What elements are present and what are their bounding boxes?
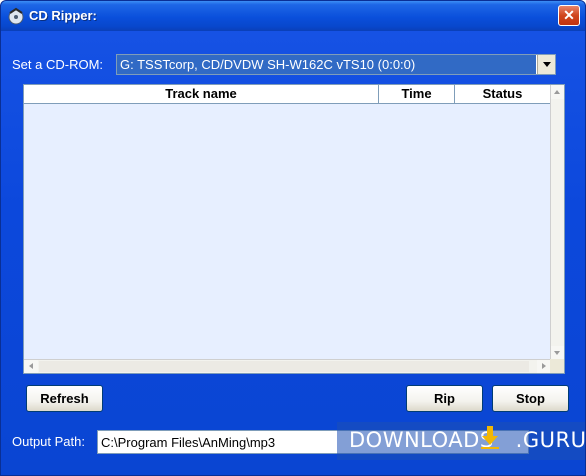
output-path-label: Output Path:	[12, 434, 85, 449]
watermark-text: DOWNLOADS .GURU	[349, 428, 586, 452]
close-icon: ✕	[563, 7, 575, 23]
chevron-down-icon[interactable]	[537, 55, 555, 74]
scroll-right-icon[interactable]	[537, 360, 551, 373]
cdrom-selected-value: G: TSSTcorp, CD/DVDW SH-W162C vTS10 (0:0…	[117, 55, 536, 74]
horizontal-scroll-thumb[interactable]	[39, 361, 529, 372]
rip-button[interactable]: Rip	[406, 385, 483, 412]
title-bar[interactable]: CD Ripper: ✕	[1, 1, 585, 31]
column-header-track-name[interactable]: Track name	[24, 85, 379, 103]
cd-ripper-window: CD Ripper: ✕ Set a CD-ROM: G: TSSTcorp, …	[0, 0, 586, 476]
scroll-up-icon[interactable]	[551, 85, 564, 99]
scroll-left-icon[interactable]	[24, 360, 38, 373]
track-list[interactable]: Track name Time Status	[23, 84, 565, 374]
cd-ripper-app-icon	[8, 7, 24, 25]
client-area: Set a CD-ROM: G: TSSTcorp, CD/DVDW SH-W1…	[1, 31, 586, 475]
download-arrow-icon	[481, 426, 499, 449]
stop-button[interactable]: Stop	[492, 385, 569, 412]
downloads-guru-watermark: DOWNLOADS .GURU	[337, 422, 586, 460]
watermark-text-left: DOWNLOADS	[349, 428, 494, 452]
cdrom-select[interactable]: G: TSSTcorp, CD/DVDW SH-W162C vTS10 (0:0…	[116, 54, 556, 75]
close-button[interactable]: ✕	[558, 5, 580, 26]
cdrom-label: Set a CD-ROM:	[12, 57, 104, 72]
scroll-down-icon[interactable]	[551, 346, 564, 360]
column-header-time[interactable]: Time	[379, 85, 455, 103]
refresh-button[interactable]: Refresh	[26, 385, 103, 412]
horizontal-scrollbar[interactable]	[24, 359, 551, 373]
vertical-scrollbar[interactable]	[550, 85, 564, 360]
watermark-text-right: .GURU	[515, 428, 586, 452]
scrollbar-corner	[550, 359, 564, 373]
track-list-header: Track name Time Status	[24, 85, 551, 104]
window-title: CD Ripper:	[29, 8, 97, 23]
column-header-status[interactable]: Status	[455, 85, 551, 103]
